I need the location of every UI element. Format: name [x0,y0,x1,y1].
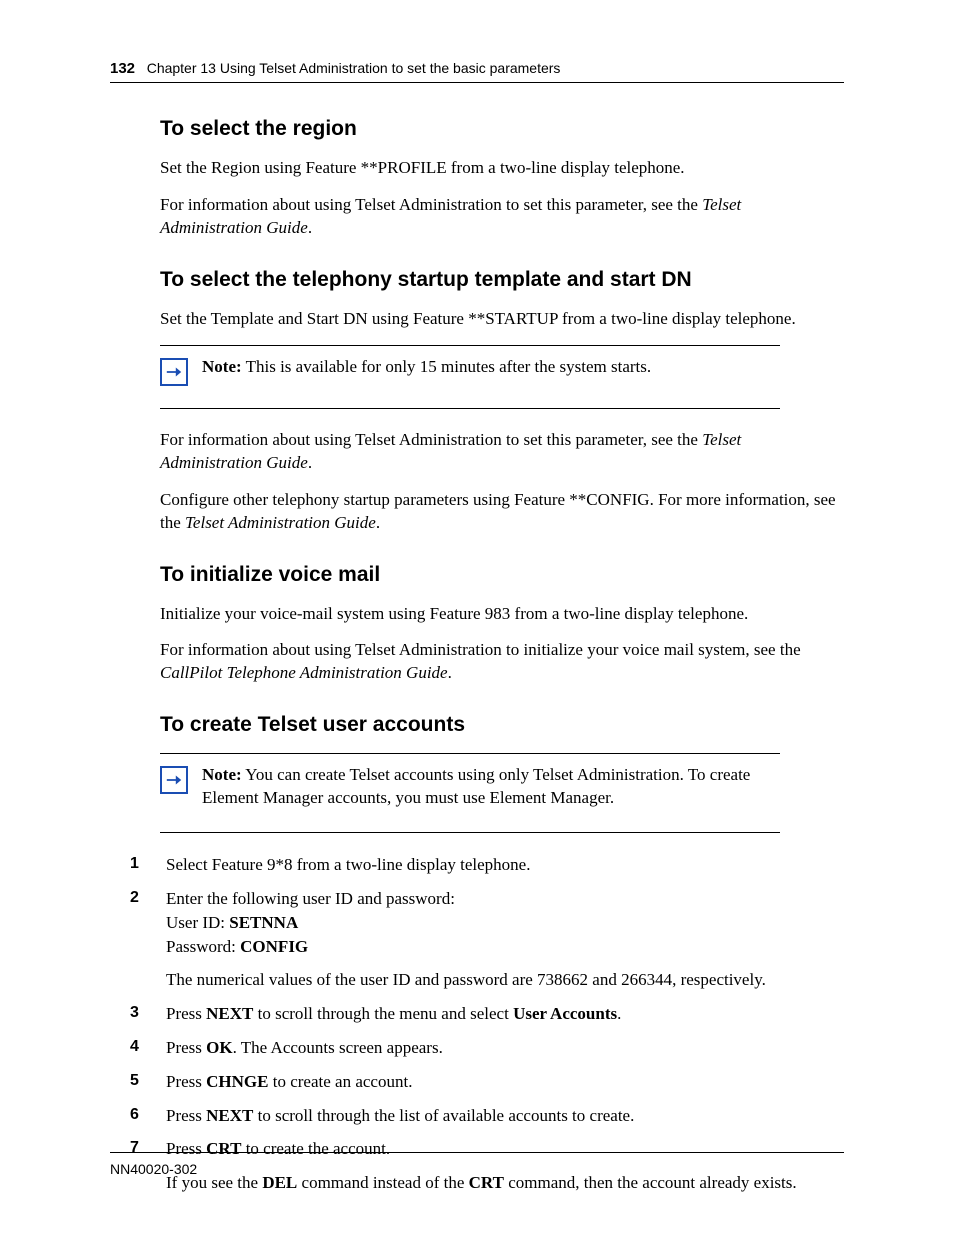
paragraph: Set the Template and Start DN using Feat… [160,308,844,331]
section-template-after: For information about using Telset Admin… [160,429,844,535]
steps-list: 1 Select Feature 9*8 from a two-line dis… [130,853,844,1195]
list-item: 3 Press NEXT to scroll through the menu … [130,1002,844,1026]
note-text: Note: This is available for only 15 minu… [202,356,651,379]
list-item: 2 Enter the following user ID and passwo… [130,887,844,992]
page: 132 Chapter 13 Using Telset Administrati… [0,0,954,1195]
note-box: Note: You can create Telset accounts usi… [160,753,780,833]
heading-voicemail: To initialize voice mail [160,563,844,587]
list-item: 5 Press CHNGE to create an account. [130,1070,844,1094]
page-footer: NN40020-302 [110,1152,844,1177]
paragraph: Initialize your voice-mail system using … [160,603,844,626]
list-item: 4 Press OK. The Accounts screen appears. [130,1036,844,1060]
paragraph: For information about using Telset Admin… [160,639,844,685]
section-region: Set the Region using Feature **PROFILE f… [160,157,844,240]
note-box: Note: This is available for only 15 minu… [160,345,780,409]
doc-ref: Telset Administration Guide [185,513,376,532]
page-header: 132 Chapter 13 Using Telset Administrati… [110,60,844,83]
paragraph: For information about using Telset Admin… [160,429,844,475]
section-voicemail: Initialize your voice-mail system using … [160,603,844,686]
list-item: 1 Select Feature 9*8 from a two-line dis… [130,853,844,877]
section-template: Set the Template and Start DN using Feat… [160,308,844,331]
arrow-right-icon [160,358,188,386]
chapter-title: Chapter 13 Using Telset Administration t… [147,60,561,76]
paragraph: For information about using Telset Admin… [160,194,844,240]
note-text: Note: You can create Telset accounts usi… [202,764,780,810]
list-item: 6 Press NEXT to scroll through the list … [130,1104,844,1128]
heading-template: To select the telephony startup template… [160,268,844,292]
page-number: 132 [110,60,135,77]
paragraph: Configure other telephony startup parame… [160,489,844,535]
doc-number: NN40020-302 [110,1161,197,1177]
paragraph: Set the Region using Feature **PROFILE f… [160,157,844,180]
arrow-right-icon [160,766,188,794]
heading-accounts: To create Telset user accounts [160,713,844,737]
heading-region: To select the region [160,117,844,141]
doc-ref: CallPilot Telephone Administration Guide [160,663,448,682]
